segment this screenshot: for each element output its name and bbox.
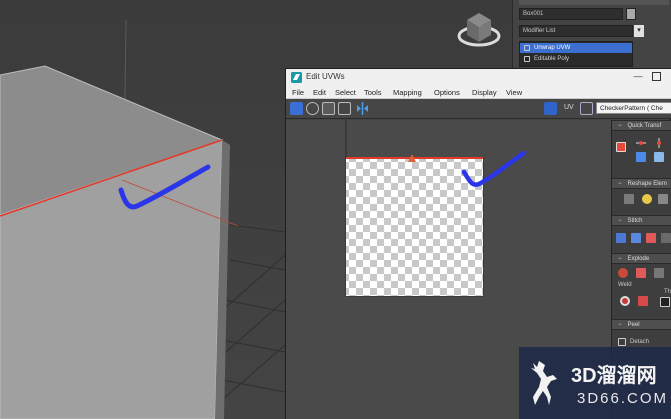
weld-target-icon[interactable]: [638, 296, 648, 306]
modifier-stack-item-unwrap-uvw[interactable]: Unwrap UVW: [520, 43, 632, 53]
3dsmax-app-icon: [291, 72, 302, 83]
rollout-reshape[interactable]: − Reshape Elem: [612, 178, 671, 189]
rollout-peel[interactable]: − Peel: [612, 319, 671, 330]
watermark-brand: 3D溜溜网: [571, 365, 657, 387]
window-titlebar[interactable]: Edit UVWs —: [286, 69, 671, 86]
weld-selected-icon[interactable]: [620, 296, 630, 306]
uv-toolbar: UV CheckerPattern ( Che: [286, 99, 671, 119]
viewcube-icon[interactable]: [455, 8, 503, 50]
texture-select-dropdown[interactable]: CheckerPattern ( Che: [596, 102, 671, 114]
rotate-90-icon[interactable]: [636, 152, 646, 162]
relax-icon[interactable]: [642, 194, 652, 204]
align-icon[interactable]: [616, 142, 626, 152]
uv-checker-tile[interactable]: [346, 158, 483, 296]
screen: Box001 Modifier List ▾ Unwrap UVW Editab…: [0, 0, 671, 419]
command-panel: Box001 Modifier List ▾ Unwrap UVW Editab…: [512, 0, 671, 70]
stitch-target-icon[interactable]: [616, 233, 626, 243]
chevron-down-icon[interactable]: ▾: [634, 25, 644, 37]
menu-tools[interactable]: Tools: [364, 88, 382, 97]
modifier-list-dropdown[interactable]: Modifier List: [519, 25, 633, 37]
align-horizontal-icon[interactable]: [636, 135, 646, 145]
rollout-title-label: Reshape Elem: [627, 181, 667, 187]
rollout-title-label: Peel: [627, 322, 640, 328]
spacing-icon[interactable]: [654, 152, 664, 162]
move-icon[interactable]: [290, 102, 303, 115]
stitch-custom-icon[interactable]: [661, 233, 671, 243]
stitch-source-icon[interactable]: [646, 233, 656, 243]
menu-bar: File Edit Select Tools Mapping Options D…: [286, 86, 671, 99]
menu-select[interactable]: Select: [335, 88, 356, 97]
detach-label: Detach: [630, 339, 650, 345]
threshold-field[interactable]: [660, 297, 670, 307]
light-bulb-icon[interactable]: [524, 45, 530, 51]
poly-icon: [524, 56, 530, 62]
object-color-swatch[interactable]: [626, 8, 636, 20]
modifier-stack-item-label: Editable Poly: [534, 56, 570, 62]
rotate-icon[interactable]: [306, 102, 319, 115]
detach-checkbox[interactable]: [618, 338, 626, 346]
rollout-stitch[interactable]: − Stitch: [612, 215, 671, 226]
menu-edit[interactable]: Edit: [313, 88, 326, 97]
maximize-button[interactable]: [652, 72, 661, 81]
window-title: Edit UVWs: [306, 72, 345, 81]
straighten-icon[interactable]: [624, 194, 634, 204]
grid-icon[interactable]: [580, 102, 593, 115]
scale-icon[interactable]: [322, 102, 335, 115]
uv-channel-label: UV: [564, 104, 574, 111]
modifier-stack-item-editable-poly[interactable]: Editable Poly: [520, 54, 632, 64]
threshold-label: Th: [664, 289, 671, 295]
rollout-title-label: Quick Transf: [627, 123, 662, 129]
align-vertical-icon[interactable]: [654, 135, 664, 148]
menu-view[interactable]: View: [506, 88, 522, 97]
explode-icon[interactable]: [636, 268, 646, 278]
watermark: 3D溜溜网 3D66.COM: [519, 347, 671, 419]
freeform-icon[interactable]: [338, 102, 351, 115]
menu-file[interactable]: File: [292, 88, 304, 97]
rollout-title-label: Stitch: [627, 218, 643, 224]
rollout-quick-transform[interactable]: − Quick Transf: [612, 120, 671, 131]
texture-toggle-icon[interactable]: [544, 102, 557, 115]
modifier-stack-item-label: Unwrap UVW: [534, 45, 571, 51]
rollout-title-label: Explode: [627, 256, 650, 262]
object-name-field[interactable]: Box001: [519, 8, 623, 20]
break-icon[interactable]: [618, 268, 628, 278]
rollout-explode[interactable]: − Explode: [612, 253, 671, 264]
menu-options[interactable]: Options: [434, 88, 460, 97]
minimize-button[interactable]: —: [631, 71, 645, 83]
flatten-icon[interactable]: [654, 268, 664, 278]
command-panel-tabs[interactable]: [519, 0, 669, 5]
deer-logo-icon: [531, 361, 557, 405]
relax-settings-icon[interactable]: [658, 194, 668, 204]
stitch-average-icon[interactable]: [631, 233, 641, 243]
watermark-url: 3D66.COM: [577, 390, 669, 407]
weld-label: Weld: [618, 282, 632, 288]
menu-mapping[interactable]: Mapping: [393, 88, 422, 97]
menu-display[interactable]: Display: [472, 88, 497, 97]
mirror-icon[interactable]: [356, 102, 369, 115]
modifier-stack: Unwrap UVW Editable Poly: [519, 41, 633, 67]
